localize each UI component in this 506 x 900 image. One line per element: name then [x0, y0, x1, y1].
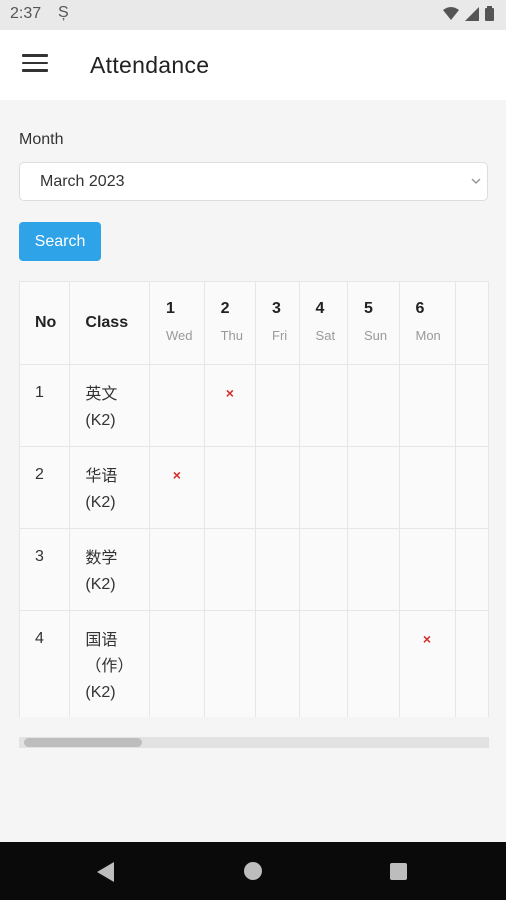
month-label: Month: [19, 131, 64, 148]
class-name: 数学: [85, 550, 118, 567]
class-name: 英文: [85, 386, 118, 403]
attendance-cell[interactable]: [298, 446, 348, 529]
s-notification-icon: Ș: [58, 4, 69, 21]
horizontal-scrollbar[interactable]: [19, 737, 489, 748]
class-level: (K2): [85, 412, 116, 429]
attendance-cell[interactable]: [149, 610, 205, 717]
status-time: 2:37: [10, 5, 42, 22]
day-weekday: Fri: [272, 328, 288, 343]
header-day-3: 3 Fri: [255, 281, 300, 365]
row-no: 2: [19, 446, 71, 529]
day-weekday: Wed: [166, 328, 193, 343]
row-class: 国语 （作） (K2): [69, 610, 151, 717]
absent-mark: ×: [225, 385, 234, 401]
header-no: No: [19, 281, 71, 365]
header-class: Class: [69, 281, 151, 365]
absent-mark: ×: [172, 467, 181, 483]
attendance-cell[interactable]: [298, 364, 348, 447]
day-weekday: Sat: [315, 328, 336, 343]
day-weekday: Mon: [415, 328, 441, 343]
day-number: 5: [363, 300, 373, 317]
table-header-row: No Class 1 Wed 2 Thu 3 Fri 4 Sat 5 Sun 6 Mon: [19, 281, 489, 365]
attendance-cell[interactable]: [255, 610, 300, 717]
attendance-cell[interactable]: ×: [398, 610, 456, 717]
signal-icon: [465, 6, 479, 21]
header-day-6: 6 Mon: [398, 281, 456, 365]
day-number: 1: [166, 300, 175, 317]
attendance-cell[interactable]: [203, 610, 257, 717]
attendance-cell[interactable]: [255, 364, 300, 447]
attendance-cell[interactable]: ×: [203, 364, 257, 447]
month-select-value: March 2023: [40, 173, 125, 190]
attendance-cell[interactable]: [346, 610, 400, 717]
absent-mark: ×: [422, 631, 432, 647]
home-icon[interactable]: [244, 862, 262, 880]
scrollbar-thumb[interactable]: [24, 738, 142, 747]
attendance-cell[interactable]: ×: [149, 446, 205, 529]
system-nav-bar: [0, 842, 506, 900]
attendance-cell[interactable]: [203, 446, 257, 529]
attendance-cell[interactable]: [398, 364, 456, 447]
class-note: （作）: [85, 658, 134, 675]
attendance-cell[interactable]: [346, 446, 400, 529]
row-class: 华语 (K2): [69, 446, 151, 529]
header-day-5: 5 Sun: [346, 281, 400, 365]
header-day-next: [454, 281, 489, 365]
table-row: 1 英文 (K2) ×: [19, 364, 489, 447]
attendance-cell[interactable]: [298, 610, 348, 717]
day-number: 2: [220, 300, 230, 317]
status-bar: 2:37 Ș: [0, 0, 506, 30]
attendance-cell[interactable]: [454, 446, 489, 529]
attendance-cell[interactable]: [149, 364, 205, 447]
attendance-cell[interactable]: [255, 446, 300, 529]
table-row: 3 数学 (K2): [19, 528, 489, 611]
back-icon[interactable]: [97, 862, 115, 882]
row-class: 英文 (K2): [69, 364, 151, 447]
attendance-cell[interactable]: [398, 446, 456, 529]
battery-icon: [485, 6, 494, 21]
day-weekday: Thu: [220, 328, 244, 343]
header-day-4: 4 Sat: [298, 281, 348, 365]
row-no: 4: [19, 610, 71, 717]
class-name: 国语: [85, 632, 118, 649]
attendance-cell[interactable]: [203, 528, 257, 611]
recent-apps-icon[interactable]: [390, 863, 407, 880]
attendance-cell[interactable]: [346, 528, 400, 611]
header-day-1: 1 Wed: [149, 281, 205, 365]
attendance-cell[interactable]: [454, 610, 489, 717]
app-bar: Attendance: [0, 30, 506, 100]
row-class: 数学 (K2): [69, 528, 151, 611]
table-row: 2 华语 (K2) ×: [19, 446, 489, 529]
attendance-cell[interactable]: [454, 364, 489, 447]
attendance-table: No Class 1 Wed 2 Thu 3 Fri 4 Sat 5 Sun 6 Mon 1…: [19, 281, 489, 717]
page-title: Attendance: [90, 52, 210, 78]
day-number: 6: [415, 300, 425, 317]
wifi-icon: [443, 6, 459, 20]
attendance-cell[interactable]: [454, 528, 489, 611]
class-name: 华语: [85, 468, 118, 485]
month-select[interactable]: March 2023: [19, 162, 488, 201]
status-icons: [443, 6, 494, 21]
attendance-cell[interactable]: [346, 364, 400, 447]
day-weekday: Sun: [363, 328, 388, 343]
attendance-cell[interactable]: [398, 528, 456, 611]
attendance-cell[interactable]: [149, 528, 205, 611]
search-button[interactable]: Search: [19, 222, 101, 261]
class-level: (K2): [85, 494, 116, 511]
table-row: 4 国语 （作） (K2) ×: [19, 610, 489, 717]
class-level: (K2): [85, 684, 116, 701]
chevron-down-icon: [471, 178, 481, 185]
attendance-cell[interactable]: [298, 528, 348, 611]
row-no: 1: [19, 364, 71, 447]
hamburger-menu-icon[interactable]: [22, 54, 48, 76]
attendance-cell[interactable]: [255, 528, 300, 611]
attendance-table-container: No Class 1 Wed 2 Thu 3 Fri 4 Sat 5 Sun 6 Mon 1…: [19, 281, 489, 717]
day-number: 3: [272, 300, 281, 317]
header-day-2: 2 Thu: [203, 281, 257, 365]
day-number: 4: [315, 300, 325, 317]
class-level: (K2): [85, 576, 116, 593]
row-no: 3: [19, 528, 71, 611]
